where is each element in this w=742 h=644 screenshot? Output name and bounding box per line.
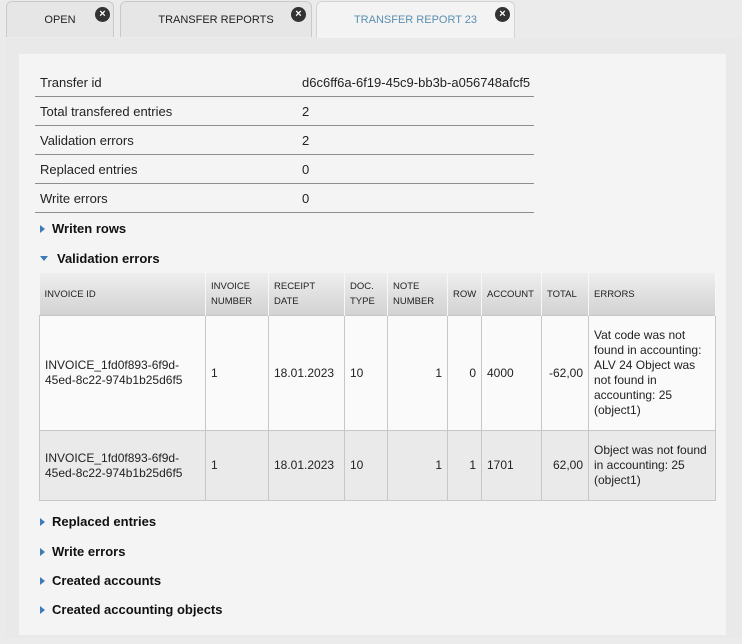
section-label: Replaced entries	[52, 514, 157, 529]
cell-account: 4000	[481, 315, 542, 431]
table-row[interactable]: INVOICE_1fd0f893-6f9d-45ed-8c22-974b1b25…	[39, 430, 716, 501]
summary-row: Validation errors 2	[35, 126, 534, 155]
section-validation-errors[interactable]: Validation errors	[40, 251, 160, 266]
cell-account: 1701	[481, 430, 542, 501]
validation-errors-table: INVOICE ID INVOICE NUMBER RECEIPT DATE DOC…	[39, 273, 716, 501]
section-label: Writen rows	[52, 221, 127, 236]
cell-total: 62,00	[541, 430, 589, 501]
cell-total: -62,00	[541, 315, 589, 431]
triangle-right-icon	[40, 547, 45, 556]
summary-key: Total transfered entries	[40, 104, 173, 119]
close-icon[interactable]: ×	[495, 7, 510, 22]
cell-row: 1	[447, 430, 482, 501]
tab-transfer-report-23[interactable]: TRANSFER REPORT 23 ×	[316, 1, 515, 40]
close-icon[interactable]: ×	[291, 7, 306, 22]
summary-row: Write errors 0	[35, 184, 534, 213]
col-header-row[interactable]: ROW	[447, 273, 482, 316]
section-created-accounts[interactable]: Created accounts	[40, 573, 161, 588]
col-header-invoice-id[interactable]: INVOICE ID	[39, 273, 206, 316]
cell-invoice-number: 1	[205, 430, 269, 501]
cell-invoice-number: 1	[205, 315, 269, 431]
col-header-note-number[interactable]: NOTE NUMBER	[387, 273, 448, 316]
col-header-doc-type[interactable]: DOC. TYPE	[344, 273, 388, 316]
section-label: Validation errors	[57, 251, 160, 266]
cell-errors: Object was not found in accounting: 25 (…	[588, 430, 716, 501]
section-label: Created accounts	[52, 573, 162, 588]
tab-label: TRANSFER REPORTS	[158, 14, 274, 26]
tab-label: TRANSFER REPORT 23	[353, 14, 478, 26]
cell-doc-type: 10	[344, 315, 388, 431]
section-label: Write errors	[52, 544, 126, 559]
summary-table: Transfer id d6c6ff6a-6f19-45c9-bb3b-a056…	[35, 68, 534, 213]
cell-note-number: 1	[387, 315, 448, 431]
cell-invoice-id: INVOICE_1fd0f893-6f9d-45ed-8c22-974b1b25…	[39, 315, 206, 431]
summary-value: 2	[302, 133, 310, 148]
summary-row: Transfer id d6c6ff6a-6f19-45c9-bb3b-a056…	[35, 68, 534, 97]
tab-bar: OPEN × TRANSFER REPORTS × TRANSFER REPOR…	[0, 0, 742, 40]
cell-note-number: 1	[387, 430, 448, 501]
triangle-down-icon	[40, 256, 48, 262]
section-created-accounting-objects[interactable]: Created accounting objects	[40, 602, 222, 617]
triangle-right-icon	[40, 576, 45, 585]
cell-errors: Vat code was not found in accounting: AL…	[588, 315, 716, 431]
section-replaced-entries[interactable]: Replaced entries	[40, 514, 156, 529]
tab-transfer-reports[interactable]: TRANSFER REPORTS ×	[120, 1, 312, 37]
summary-row: Replaced entries 0	[35, 155, 534, 184]
summary-value: 0	[302, 191, 310, 206]
cell-row: 0	[447, 315, 482, 431]
cell-invoice-id: INVOICE_1fd0f893-6f9d-45ed-8c22-974b1b25…	[39, 430, 206, 501]
triangle-right-icon	[40, 605, 45, 614]
section-written-rows[interactable]: Writen rows	[40, 221, 126, 236]
summary-value: 0	[302, 162, 310, 177]
summary-key: Transfer id	[40, 75, 102, 90]
summary-key: Replaced entries	[40, 162, 138, 177]
col-header-total[interactable]: TOTAL	[541, 273, 589, 316]
summary-row: Total transfered entries 2	[35, 97, 534, 126]
close-icon[interactable]: ×	[95, 7, 110, 22]
section-label: Created accounting objects	[52, 602, 223, 617]
summary-value: d6c6ff6a-6f19-45c9-bb3b-a056748afcf5	[302, 75, 531, 90]
tab-open[interactable]: OPEN ×	[6, 1, 114, 37]
summary-key: Write errors	[40, 191, 108, 206]
triangle-right-icon	[40, 517, 45, 526]
cell-receipt-date: 18.01.2023	[268, 315, 345, 431]
summary-key: Validation errors	[40, 133, 134, 148]
table-header-row: INVOICE ID INVOICE NUMBER RECEIPT DATE DOC…	[39, 273, 716, 316]
col-header-invoice-number[interactable]: INVOICE NUMBER	[205, 273, 269, 316]
cell-receipt-date: 18.01.2023	[268, 430, 345, 501]
col-header-errors[interactable]: ERRORS	[588, 273, 716, 316]
triangle-right-icon	[40, 224, 45, 233]
section-write-errors[interactable]: Write errors	[40, 544, 125, 559]
summary-value: 2	[302, 104, 310, 119]
cell-doc-type: 10	[344, 430, 388, 501]
table-row[interactable]: INVOICE_1fd0f893-6f9d-45ed-8c22-974b1b25…	[39, 315, 716, 431]
col-header-receipt-date[interactable]: RECEIPT DATE	[268, 273, 345, 316]
col-header-account[interactable]: ACCOUNT	[481, 273, 542, 316]
